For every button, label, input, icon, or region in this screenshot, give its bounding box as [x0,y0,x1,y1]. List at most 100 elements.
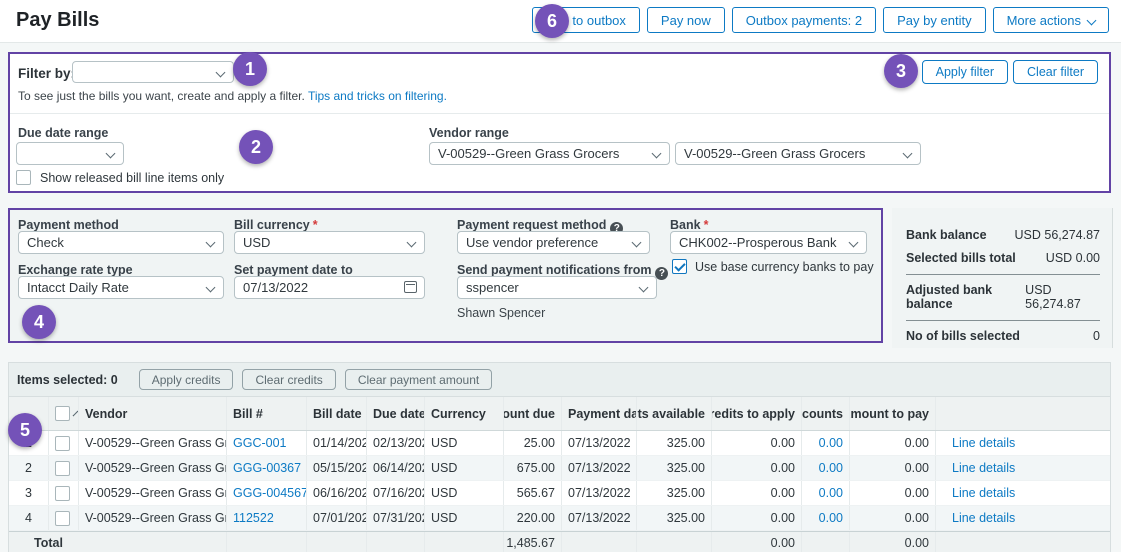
col-amount-to-pay[interactable]: Amount to pay [850,397,936,430]
row-checkbox[interactable] [55,436,70,451]
bill-no-link[interactable]: GGG-0045678 [233,486,307,500]
col-bill-no[interactable]: Bill # [227,397,307,430]
clear-filter-button[interactable]: Clear filter [1013,60,1098,84]
annotation-circle-1: 1 [233,52,267,86]
bill-no-link-wrap: GGG-00367 [227,456,307,480]
calendar-icon[interactable] [404,281,417,293]
bill-no-link[interactable]: GGG-00367 [233,461,301,475]
help-icon[interactable] [655,267,668,280]
bills-table-section: Items selected: 0 Apply credits Clear cr… [8,362,1111,552]
credits-to-apply-cell[interactable]: 0.00 [712,431,802,455]
apply-credits-button[interactable]: Apply credits [139,369,234,390]
use-base-currency-row: Use base currency banks to pay [672,259,874,274]
col-credits-available[interactable]: Credits available [637,397,712,430]
payment-request-method-select[interactable]: Use vendor preference [457,231,650,254]
payment-method-select[interactable]: Check [18,231,224,254]
filter-by-label: Filter by: [18,66,75,81]
bill-no-link[interactable]: 112522 [233,511,274,525]
chevron-down-icon [849,238,859,248]
discounts-link[interactable]: 0.00 [819,461,843,475]
due-date-range-select[interactable] [16,142,124,165]
row-checkbox[interactable] [55,486,70,501]
amount-to-pay-cell[interactable]: 0.00 [850,431,936,455]
exchange-rate-type-select[interactable]: Intacct Daily Rate [18,276,224,299]
adjusted-bank-balance-value: USD 56,274.87 [1025,283,1100,311]
line-details-link-wrap: Line details [936,506,1110,530]
currency-cell: USD [425,481,504,505]
payment-date-cell: 07/13/2022 [562,431,637,455]
payment-date-input[interactable]: 07/13/2022 [234,276,425,299]
vendor-cell: V-00529--Green Grass Grocers [79,506,227,530]
bill-no-link[interactable]: GGC-001 [233,436,287,450]
vendor-from-select[interactable]: V-00529--Green Grass Grocers [429,142,670,165]
clear-credits-button[interactable]: Clear credits [242,369,335,390]
credits-to-apply-cell[interactable]: 0.00 [712,456,802,480]
chevron-down-icon [206,283,216,293]
total-amount-due: 1,485.67 [504,532,562,552]
amount-to-pay-cell[interactable]: 0.00 [850,506,936,530]
show-released-checkbox[interactable] [16,170,31,185]
filter-tips-link[interactable]: Tips and tricks on filtering. [308,89,447,103]
bank-select[interactable]: CHK002--Prosperous Bank [670,231,867,254]
payment-request-method-value: Use vendor preference [466,235,598,250]
filter-divider [10,113,1109,114]
annotation-circle-3: 3 [884,54,918,88]
outbox-payments-button[interactable]: Outbox payments: 2 [732,7,876,33]
pay-now-button[interactable]: Pay now [647,7,725,33]
bills-rows: 1V-00529--Green Grass GrocersGGC-00101/1… [9,431,1110,531]
row-checkbox[interactable] [55,511,70,526]
summary-divider [906,320,1100,321]
bill-no-link-wrap: GGC-001 [227,431,307,455]
more-actions-label: More actions [1007,13,1081,28]
clear-payment-amount-button[interactable]: Clear payment amount [345,369,492,390]
payment-date-cell: 07/13/2022 [562,481,637,505]
discounts-link[interactable]: 0.00 [819,511,843,525]
notifications-from-select[interactable]: sspencer [457,276,657,299]
line-details-link[interactable]: Line details [952,486,1015,500]
row-checkbox-cell-wrap [49,456,79,480]
chevron-down-icon [652,149,662,159]
row-checkbox-cell-wrap [49,506,79,530]
discounts-link[interactable]: 0.00 [819,436,843,450]
more-actions-button[interactable]: More actions [993,7,1109,33]
use-base-currency-checkbox[interactable] [672,259,687,274]
selection-menu-chevron-icon[interactable] [73,411,79,417]
total-spacer [562,532,637,552]
bill-currency-select[interactable]: USD [234,231,425,254]
amount-to-pay-cell[interactable]: 0.00 [850,481,936,505]
select-all-checkbox[interactable] [55,406,70,421]
row-checkbox[interactable] [55,461,70,476]
col-discounts[interactable]: Discounts [802,397,850,430]
amount-to-pay-cell[interactable]: 0.00 [850,456,936,480]
due-date-cell: 02/13/2021 [367,431,425,455]
total-spacer [637,532,712,552]
col-credits-to-apply[interactable]: Credits to apply [712,397,802,430]
line-details-link[interactable]: Line details [952,436,1015,450]
col-amount-due[interactable]: Amount due [504,397,562,430]
chevron-down-icon [216,68,226,78]
col-due-date[interactable]: Due date [367,397,425,430]
line-details-link[interactable]: Line details [952,461,1015,475]
apply-filter-button[interactable]: Apply filter [922,60,1008,84]
line-details-link[interactable]: Line details [952,511,1015,525]
bills-selected-label: No of bills selected [906,329,1020,343]
amount-due-cell: 25.00 [504,431,562,455]
chevron-down-icon [639,283,649,293]
pay-by-entity-button[interactable]: Pay by entity [883,7,985,33]
col-currency[interactable]: Currency [425,397,504,430]
credits-to-apply-cell[interactable]: 0.00 [712,506,802,530]
notifications-from-value: sspencer [466,280,519,295]
credits-to-apply-cell[interactable]: 0.00 [712,481,802,505]
filter-by-select[interactable] [72,61,234,83]
col-bill-date[interactable]: Bill date [307,397,367,430]
filter-helper-static: To see just the bills you want, create a… [18,89,305,103]
bank-balance-row: Bank balance USD 56,274.87 [906,228,1100,242]
col-payment-date[interactable]: Payment date [562,397,637,430]
payment-method-label: Payment method [18,218,119,232]
bank-summary-panel: Bank balance USD 56,274.87 Selected bill… [892,208,1113,348]
vendor-to-select[interactable]: V-00529--Green Grass Grocers [675,142,921,165]
col-vendor[interactable]: Vendor [79,397,227,430]
bank-value: CHK002--Prosperous Bank [679,235,837,250]
notifications-from-label-text: Send payment notifications from [457,263,651,277]
discounts-link[interactable]: 0.00 [819,486,843,500]
